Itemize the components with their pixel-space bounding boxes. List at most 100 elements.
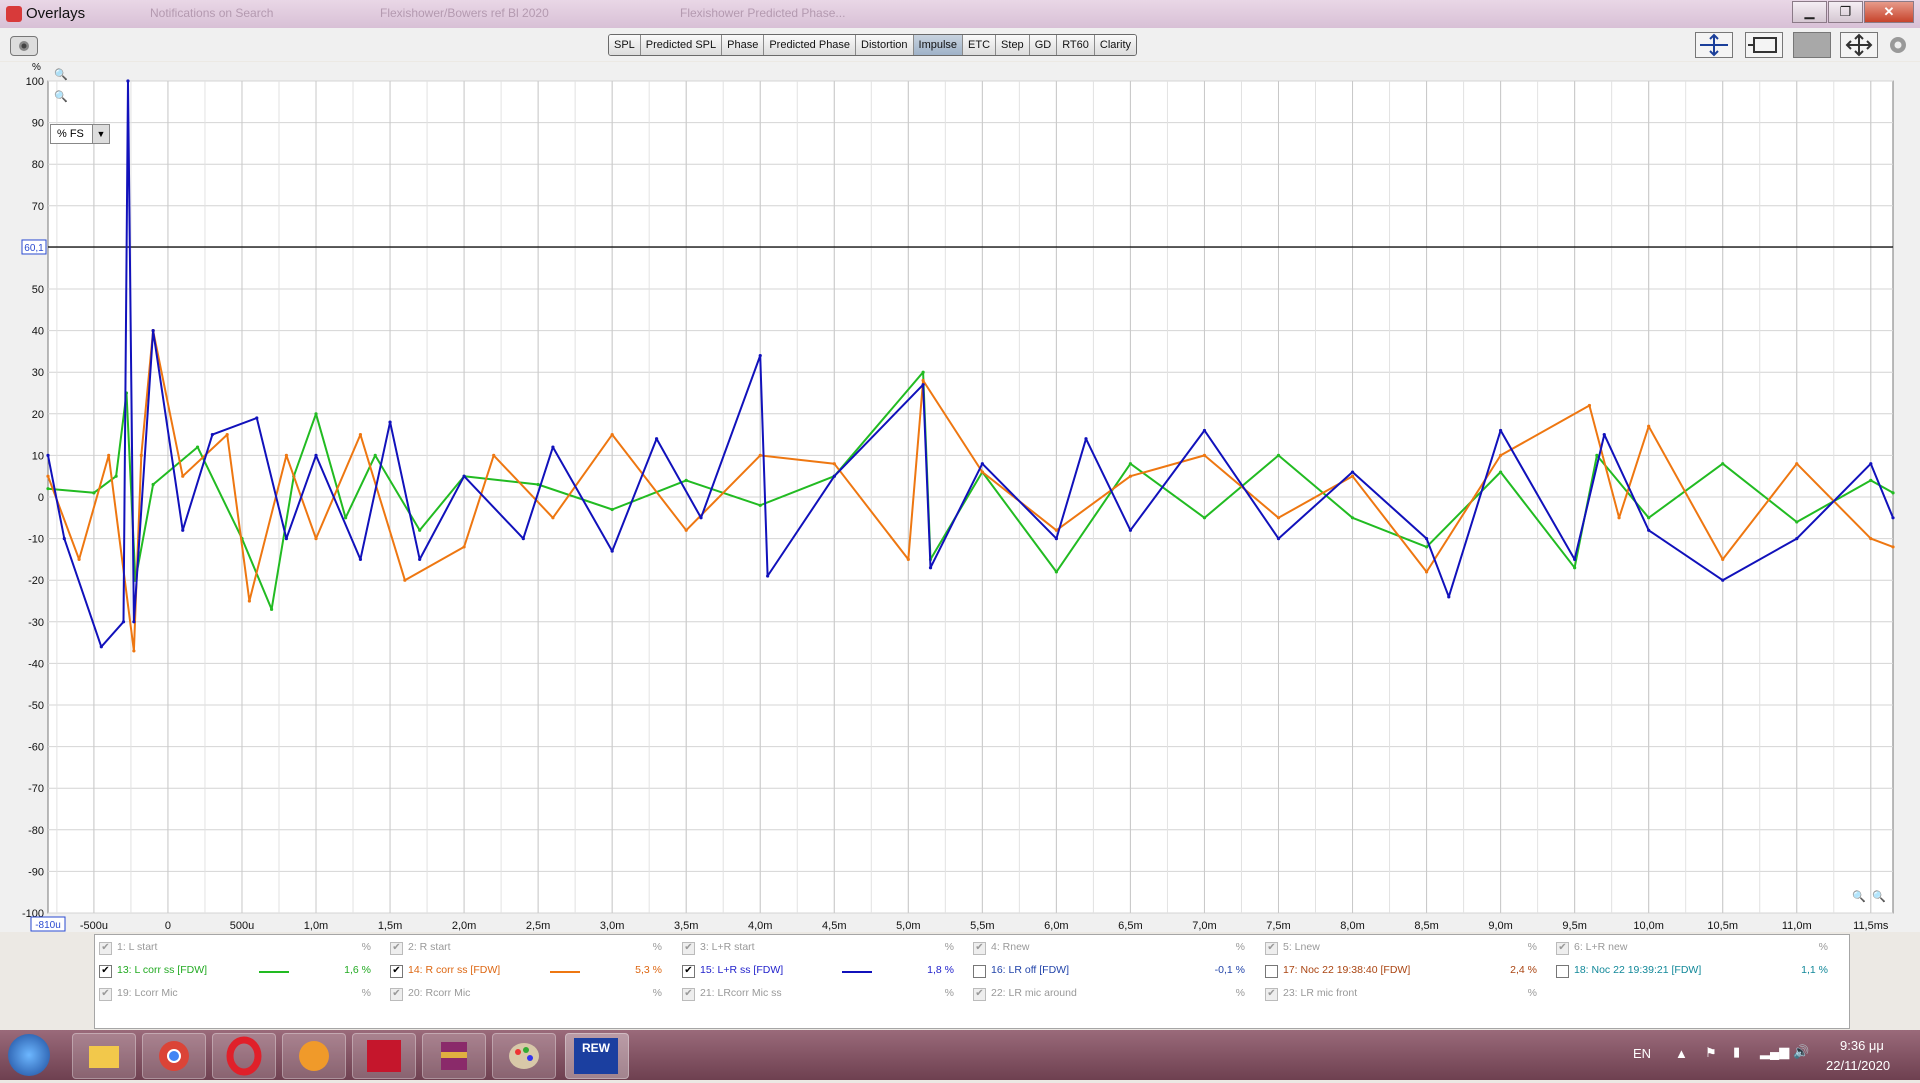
trace-label[interactable]: 4: Rnew <box>991 941 1030 953</box>
trace-checkbox[interactable] <box>1265 965 1278 978</box>
trace-checkbox[interactable]: ✔ <box>973 988 986 1001</box>
tab-step[interactable]: Step <box>996 35 1030 55</box>
trace-checkbox[interactable] <box>973 965 986 978</box>
chrome-icon[interactable] <box>142 1033 206 1079</box>
trace-color-swatch[interactable] <box>259 971 289 973</box>
units-dropdown[interactable]: % FS ▼ <box>50 124 110 144</box>
battery-icon[interactable]: ▮ <box>1733 1044 1740 1060</box>
trace-label[interactable]: 19: Lcorr Mic <box>117 987 178 999</box>
fit-view-icon[interactable] <box>1745 32 1783 58</box>
trace-checkbox[interactable]: ✔ <box>99 988 112 1001</box>
minimize-button[interactable]: ▁ <box>1792 1 1827 23</box>
tab-rt60[interactable]: RT60 <box>1057 35 1095 55</box>
tab-phase[interactable]: Phase <box>722 35 765 55</box>
graph-limits-icon[interactable] <box>1793 32 1831 58</box>
series-point <box>1595 453 1599 457</box>
x-zoom-in-icon[interactable]: 🔍 <box>1852 890 1866 903</box>
opera-icon[interactable] <box>212 1033 276 1079</box>
tab-etc[interactable]: ETC <box>963 35 997 55</box>
zoom-in-icon[interactable]: 🔍 <box>54 68 68 81</box>
trace-label[interactable]: 20: Rcorr Mic <box>408 987 470 999</box>
series-point <box>1647 528 1651 532</box>
red-app-icon[interactable] <box>352 1033 416 1079</box>
series-point <box>654 437 659 441</box>
gear-icon[interactable] <box>1886 33 1910 57</box>
x-tick-label: 11,0m <box>1782 920 1812 932</box>
tray-expand-icon[interactable]: ▲ <box>1675 1046 1688 1061</box>
network-icon[interactable]: ▂▄▆ <box>1760 1044 1789 1060</box>
trace-label[interactable]: 21: LRcorr Mic ss <box>700 987 782 999</box>
trace-checkbox[interactable]: ✔ <box>682 965 695 978</box>
trace-checkbox[interactable] <box>1556 965 1569 978</box>
trace-checkbox[interactable]: ✔ <box>682 942 695 955</box>
y-tick-label: -80 <box>28 825 44 837</box>
trace-label[interactable]: 6: L+R new <box>1574 941 1627 953</box>
trace-checkbox[interactable]: ✔ <box>682 988 695 1001</box>
trace-checkbox[interactable]: ✔ <box>1265 942 1278 955</box>
trace-checkbox[interactable]: ✔ <box>973 942 986 955</box>
series-point <box>92 491 96 495</box>
trace-checkbox[interactable]: ✔ <box>390 965 403 978</box>
trace-checkbox[interactable]: ✔ <box>390 942 403 955</box>
tab-predicted-spl[interactable]: Predicted SPL <box>640 35 723 55</box>
language-indicator[interactable]: EN <box>1633 1046 1651 1061</box>
maximize-button[interactable]: ❐ <box>1828 1 1863 23</box>
volume-icon[interactable]: 🔊 <box>1793 1044 1809 1060</box>
series-point <box>921 383 925 387</box>
brave-icon[interactable] <box>282 1033 346 1079</box>
tab-clarity[interactable]: Clarity <box>1094 35 1137 55</box>
trace-label[interactable]: 16: LR off [FDW] <box>991 964 1069 976</box>
close-button[interactable]: ✕ <box>1864 1 1914 23</box>
series-point <box>758 503 762 507</box>
trace-label[interactable]: 15: L+R ss [FDW] <box>700 964 783 976</box>
series-point <box>684 528 688 532</box>
trace-label[interactable]: 22: LR mic around <box>991 987 1077 999</box>
trace-label[interactable]: 13: L corr ss [FDW] <box>117 964 207 976</box>
impulse-graph[interactable]: 1009080706050403020100-10-20-30-40-50-60… <box>0 62 1920 932</box>
trace-value: % <box>361 987 371 999</box>
series-point <box>344 516 348 520</box>
x-tick-label: 1,5m <box>378 920 402 932</box>
trace-label[interactable]: 14: R corr ss [FDW] <box>408 964 500 976</box>
trace-checkbox[interactable]: ✔ <box>390 988 403 1001</box>
trace-label[interactable]: 18: Noc 22 19:39:21 [FDW] <box>1574 964 1701 976</box>
trace-color-swatch[interactable] <box>550 971 580 973</box>
series-point <box>1202 428 1207 433</box>
trace-checkbox[interactable]: ✔ <box>1556 942 1569 955</box>
trace-checkbox[interactable]: ✔ <box>99 942 112 955</box>
series-point <box>388 420 392 424</box>
zoom-out-icon[interactable]: 🔍 <box>54 90 68 103</box>
camera-icon[interactable] <box>10 36 38 56</box>
tab-impulse[interactable]: Impulse <box>913 35 964 55</box>
trace-checkbox[interactable]: ✔ <box>99 965 112 978</box>
tab-gd[interactable]: GD <box>1029 35 1058 55</box>
trace-label[interactable]: 5: Lnew <box>1283 941 1320 953</box>
trace-label[interactable]: 23: LR mic front <box>1283 987 1357 999</box>
clock-date[interactable]: 22/11/2020 <box>1826 1058 1890 1073</box>
trace-checkbox[interactable]: ✔ <box>1265 988 1278 1001</box>
winrar-icon[interactable] <box>422 1033 486 1079</box>
chevron-down-icon[interactable]: ▼ <box>92 125 109 143</box>
x-zoom-out-icon[interactable]: 🔍 <box>1872 890 1886 903</box>
paint-icon[interactable] <box>492 1033 556 1079</box>
trace-label[interactable]: 17: Noc 22 19:38:40 [FDW] <box>1283 964 1410 976</box>
rew-taskbar-button[interactable]: REW <box>565 1033 629 1079</box>
trace-label[interactable]: 1: L start <box>117 941 157 953</box>
series-point <box>418 557 422 561</box>
move-icon[interactable] <box>1840 32 1878 58</box>
tab-distortion[interactable]: Distortion <box>856 35 914 55</box>
x-tick-label: 10,5m <box>1707 920 1738 932</box>
vertical-zoom-icon[interactable] <box>1695 32 1733 58</box>
trace-label[interactable]: 3: L+R start <box>700 941 755 953</box>
flag-icon[interactable]: ⚑ <box>1705 1045 1717 1061</box>
y-tick-label: -70 <box>28 783 44 795</box>
tab-spl[interactable]: SPL <box>609 35 641 55</box>
x-tick-label: 9,0m <box>1488 920 1512 932</box>
start-orb-icon[interactable] <box>8 1034 50 1076</box>
trace-label[interactable]: 2: R start <box>408 941 451 953</box>
file-explorer-icon[interactable] <box>72 1033 136 1079</box>
trace-color-swatch[interactable] <box>842 971 872 973</box>
clock-time[interactable]: 9:36 μμ <box>1840 1038 1884 1053</box>
tab-predicted-phase[interactable]: Predicted Phase <box>764 35 857 55</box>
impulse-chart[interactable]: 1009080706050403020100-10-20-30-40-50-60… <box>0 62 1920 932</box>
